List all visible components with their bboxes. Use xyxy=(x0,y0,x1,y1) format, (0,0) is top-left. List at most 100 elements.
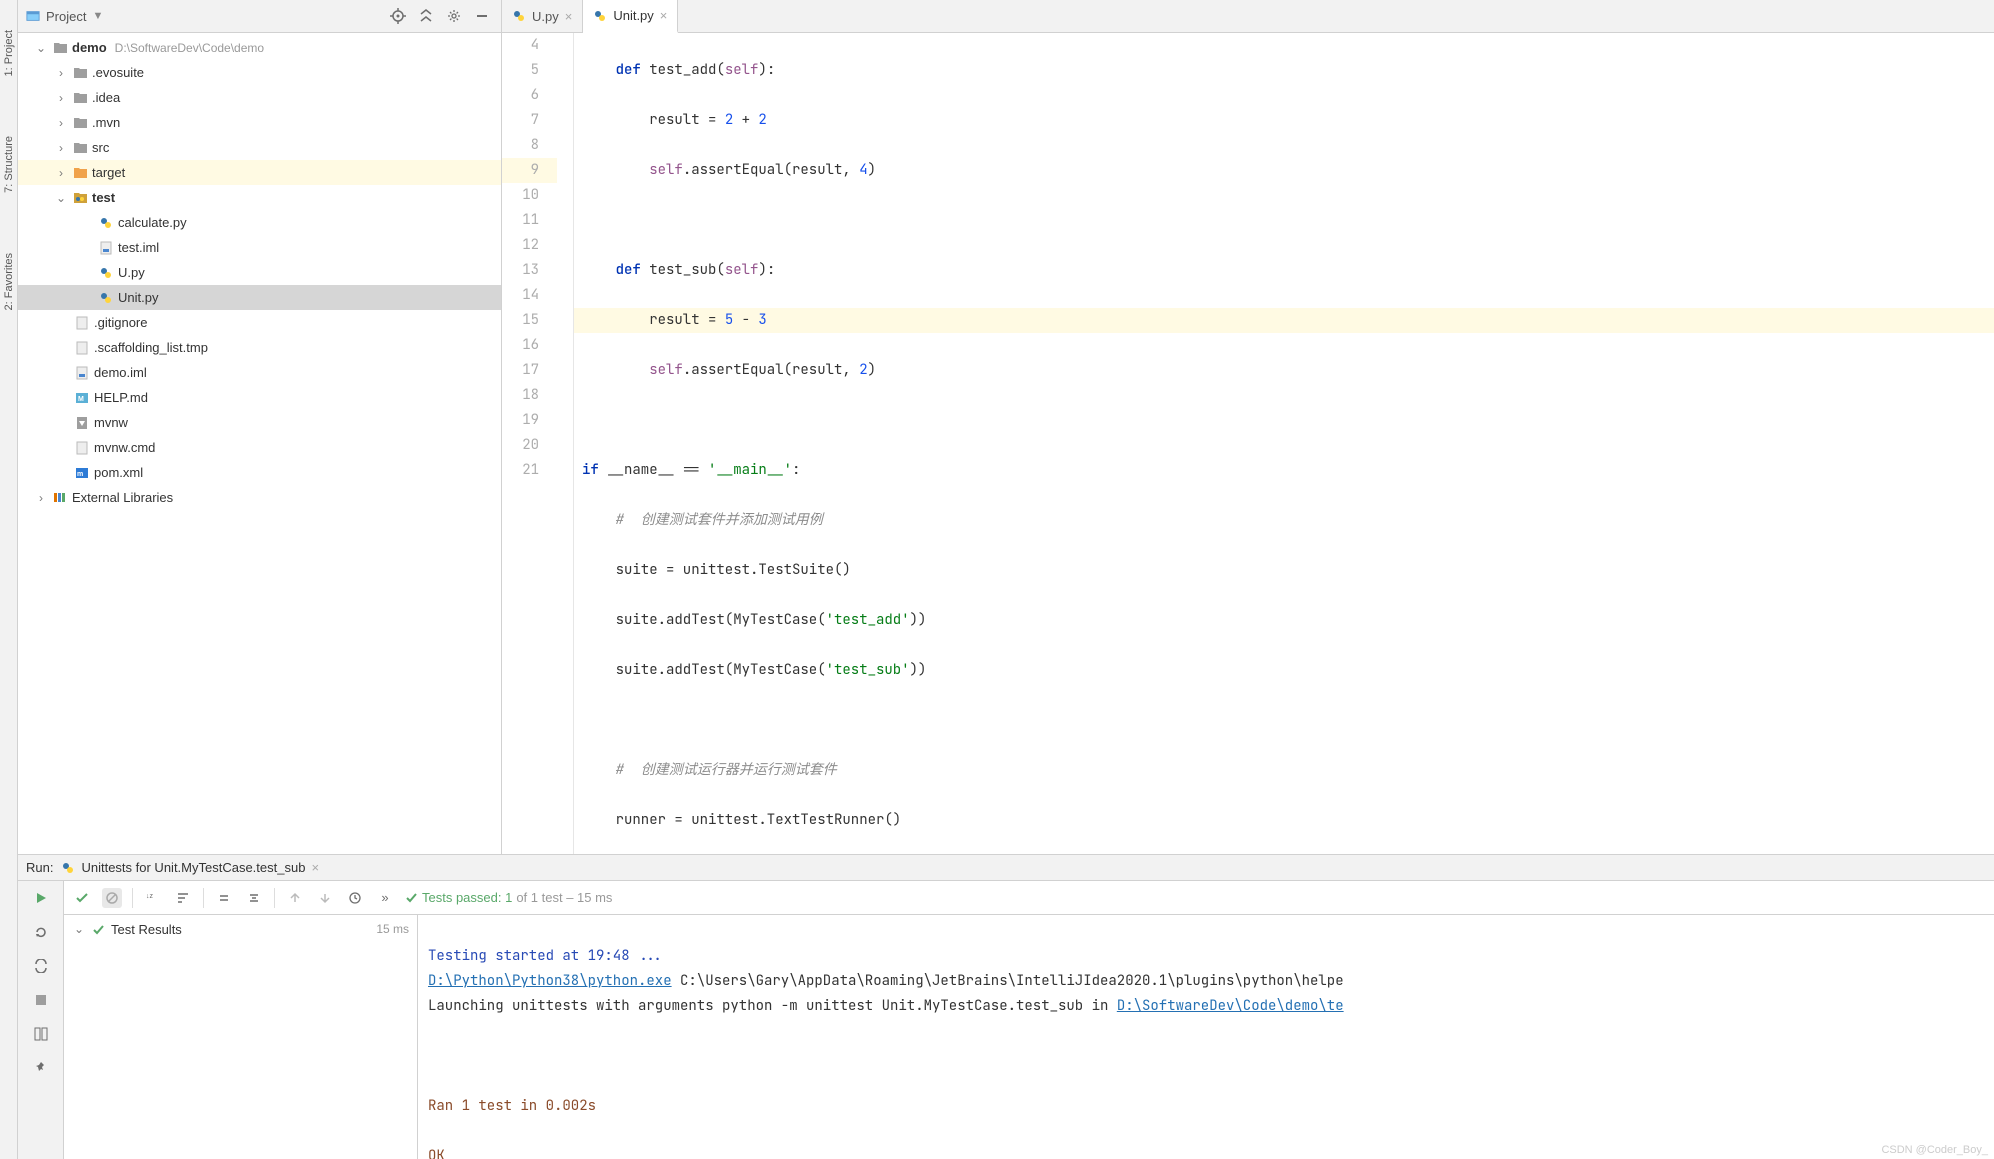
project-tree[interactable]: ⌄ demo D:\SoftwareDev\Code\demo › .evosui… xyxy=(18,33,501,854)
run-header: Run: Unittests for Unit.MyTestCase.test_… xyxy=(18,855,1994,881)
tree-item-scaffolding[interactable]: .scaffolding_list.tmp xyxy=(18,335,501,360)
rerun-failed-icon[interactable] xyxy=(30,921,52,943)
folder-icon xyxy=(72,116,88,129)
code-area[interactable]: def test_add(self): result = 2 + 2 self.… xyxy=(574,33,1994,854)
console-line: Ran 1 test in 0.002s xyxy=(428,1097,596,1115)
tree-label: HELP.md xyxy=(94,390,148,405)
python-file-icon xyxy=(98,291,114,305)
run-output-split: ⌄ Test Results 15 ms Testing started at … xyxy=(64,915,1994,1159)
editor-body[interactable]: 4▶ 5 6 7 8▶ 9 10 11 12▶ 13 14 15 16 17 1… xyxy=(502,33,1994,854)
console-link[interactable]: D:\Python\Python38\python.exe xyxy=(428,972,672,990)
svg-text:↓z: ↓z xyxy=(146,893,154,900)
close-icon[interactable]: × xyxy=(660,8,668,23)
tree-item-gitignore[interactable]: .gitignore xyxy=(18,310,501,335)
sort-alpha-icon[interactable]: ↓z xyxy=(143,888,163,908)
rail-structure[interactable]: 7: Structure xyxy=(3,136,15,193)
rail-project[interactable]: 1: Project xyxy=(3,30,15,76)
svg-text:m: m xyxy=(77,471,83,478)
maven-file-icon: m xyxy=(74,466,90,480)
prev-failed-icon[interactable] xyxy=(285,888,305,908)
collapse-all-icon[interactable] xyxy=(415,5,437,27)
expand-all-icon[interactable] xyxy=(214,888,234,908)
tree-root-path: D:\SoftwareDev\Code\demo xyxy=(115,41,264,55)
chevron-right-icon: › xyxy=(54,66,68,80)
tab-label: U.py xyxy=(532,9,559,24)
sort-duration-icon[interactable] xyxy=(173,888,193,908)
tree-item-src[interactable]: ›src xyxy=(18,135,501,160)
show-ignored-icon[interactable] xyxy=(102,888,122,908)
tree-item-pom[interactable]: m pom.xml xyxy=(18,460,501,485)
python-file-icon xyxy=(98,266,114,280)
tab-unitpy[interactable]: Unit.py × xyxy=(583,0,678,33)
stop-icon[interactable] xyxy=(30,989,52,1011)
iml-file-icon xyxy=(74,366,90,380)
test-results-root[interactable]: ⌄ Test Results 15 ms xyxy=(64,915,417,943)
chevron-right-icon: › xyxy=(54,116,68,130)
test-history-icon[interactable] xyxy=(345,888,365,908)
run-left-rail xyxy=(18,881,64,1159)
gutter-fold[interactable] xyxy=(558,33,574,854)
tree-item-mvnw[interactable]: mvnw xyxy=(18,410,501,435)
layout-icon[interactable] xyxy=(30,1023,52,1045)
tab-upy[interactable]: U.py × xyxy=(502,0,583,32)
tree-item-calculate[interactable]: calculate.py xyxy=(18,210,501,235)
folder-icon xyxy=(72,91,88,104)
rail-favorites[interactable]: 2: Favorites xyxy=(3,253,15,310)
toggle-auto-icon[interactable] xyxy=(30,955,52,977)
test-toolbar: ↓z » Tests passed: 1 of 1 test – 15 ms xyxy=(64,881,1994,915)
libraries-icon xyxy=(52,491,68,504)
hide-icon[interactable] xyxy=(471,5,493,27)
tree-item-testiml[interactable]: test.iml xyxy=(18,235,501,260)
close-icon[interactable]: × xyxy=(311,860,319,875)
tree-label: pom.xml xyxy=(94,465,143,480)
project-icon xyxy=(26,9,40,23)
settings-icon[interactable] xyxy=(443,5,465,27)
chevron-right-icon: › xyxy=(34,491,48,505)
project-panel: Project ▼ ⌄ demo D:\SoftwareDev\Code\dem… xyxy=(18,0,502,854)
run-configuration-tab[interactable]: Unittests for Unit.MyTestCase.test_sub × xyxy=(61,860,319,875)
collapse-all-icon[interactable] xyxy=(244,888,264,908)
tree-item-evosuite[interactable]: › .evosuite xyxy=(18,60,501,85)
tree-item-unitpy[interactable]: Unit.py xyxy=(18,285,501,310)
tree-item-mvn[interactable]: › .mvn xyxy=(18,110,501,135)
locate-icon[interactable] xyxy=(387,5,409,27)
tree-item-demoiml[interactable]: demo.iml xyxy=(18,360,501,385)
pin-icon[interactable] xyxy=(30,1057,52,1079)
more-icon[interactable]: » xyxy=(375,888,395,908)
chevron-right-icon: › xyxy=(54,91,68,105)
chevron-down-icon: ⌄ xyxy=(54,191,68,205)
tree-item-external[interactable]: ›External Libraries xyxy=(18,485,501,510)
editor-panel: U.py × Unit.py × 4▶ 5 6 7 8▶ 9 10 11 12▶… xyxy=(502,0,1994,854)
python-folder-icon xyxy=(72,191,88,204)
tree-label: .evosuite xyxy=(92,65,144,80)
tree-item-helpmd[interactable]: MHELP.md xyxy=(18,385,501,410)
main-area: Project ▼ ⌄ demo D:\SoftwareDev\Code\dem… xyxy=(18,0,1994,1159)
tree-item-target[interactable]: ›target xyxy=(18,160,501,185)
project-title[interactable]: Project ▼ xyxy=(26,9,103,24)
console-line: C:\Users\Gary\AppData\Roaming\JetBrains\… xyxy=(672,972,1344,990)
tree-item-idea[interactable]: ›.idea xyxy=(18,85,501,110)
tree-item-mvnwcmd[interactable]: mvnw.cmd xyxy=(18,435,501,460)
tree-item-upy[interactable]: U.py xyxy=(18,260,501,285)
tree-item-test[interactable]: ⌄test xyxy=(18,185,501,210)
test-results-label: Test Results xyxy=(111,922,182,937)
tree-root-name: demo xyxy=(72,40,107,55)
console-link[interactable]: D:\SoftwareDev\Code\demo\te xyxy=(1117,997,1344,1015)
show-passed-icon[interactable] xyxy=(72,888,92,908)
gutter[interactable]: 4▶ 5 6 7 8▶ 9 10 11 12▶ 13 14 15 16 17 1… xyxy=(502,33,558,854)
next-failed-icon[interactable] xyxy=(315,888,335,908)
tree-label: .scaffolding_list.tmp xyxy=(94,340,208,355)
tree-label: .mvn xyxy=(92,115,120,130)
python-file-icon xyxy=(512,9,526,23)
tree-label: src xyxy=(92,140,109,155)
left-tool-rail: 1: Project 7: Structure 2: Favorites xyxy=(0,0,18,1159)
test-tree[interactable]: ⌄ Test Results 15 ms xyxy=(64,915,418,1159)
tree-root-demo[interactable]: ⌄ demo D:\SoftwareDev\Code\demo xyxy=(18,35,501,60)
rerun-icon[interactable] xyxy=(30,887,52,909)
check-icon xyxy=(405,891,418,904)
tree-label: U.py xyxy=(118,265,145,280)
close-icon[interactable]: × xyxy=(565,9,573,24)
chevron-down-icon: ⌄ xyxy=(72,922,86,936)
console-output[interactable]: Testing started at 19:48 ... D:\Python\P… xyxy=(418,915,1994,1159)
run-config-name: Unittests for Unit.MyTestCase.test_sub xyxy=(81,860,305,875)
